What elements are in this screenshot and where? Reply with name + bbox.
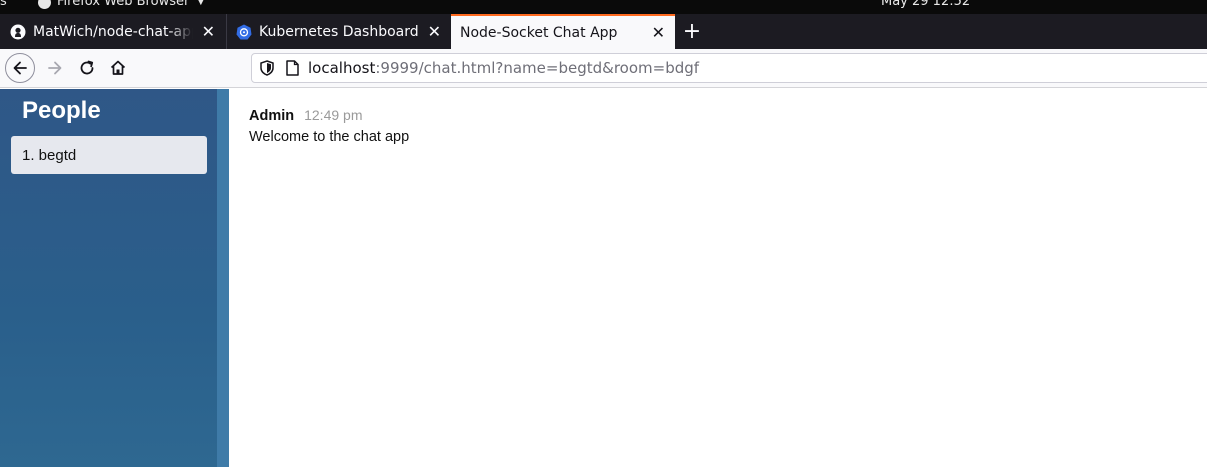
people-heading: People <box>22 97 101 124</box>
arrow-left-icon <box>13 61 27 75</box>
tab-title: MatWich/node-chat-app <box>33 23 193 40</box>
message-header: Admin 12:49 pm <box>249 107 409 124</box>
home-icon <box>110 60 126 75</box>
app-name: Firefox Web Browser <box>57 0 190 9</box>
tab-title: Node-Socket Chat App <box>460 24 618 41</box>
tab-title: Kubernetes Dashboard <box>259 23 419 40</box>
kubernetes-icon <box>236 24 252 40</box>
tab-strip: MatWich/node-chat-app ✕ Kubernetes Dashb… <box>0 14 1207 49</box>
close-tab-icon[interactable]: ✕ <box>652 23 665 42</box>
new-tab-button[interactable]: + <box>676 14 708 49</box>
person-item: 1. begtd <box>11 136 207 174</box>
navigation-toolbar: localhost:9999/chat.html?name=begtd&room… <box>0 49 1207 88</box>
page-info-icon[interactable] <box>286 60 300 76</box>
url-host: localhost <box>308 59 376 77</box>
people-sidebar: People 1. begtd <box>0 89 217 467</box>
url-path: :9999/chat.html?name=begtd&room=bdgf <box>375 59 700 77</box>
people-list: 1. begtd <box>11 136 207 174</box>
reload-button[interactable] <box>72 53 102 83</box>
reload-icon <box>80 60 94 75</box>
sidebar-divider <box>217 89 229 467</box>
chat-messages-area[interactable]: Admin 12:49 pm Welcome to the chat app <box>229 89 1207 467</box>
app-menu[interactable]: Firefox Web Browser ▼ <box>38 0 204 9</box>
close-tab-icon[interactable]: ✕ <box>202 22 215 41</box>
github-icon <box>10 24 26 40</box>
arrow-right-icon <box>48 61 62 75</box>
address-bar[interactable]: localhost:9999/chat.html?name=begtd&room… <box>251 53 1207 83</box>
tab-chat-app[interactable]: Node-Socket Chat App ✕ <box>451 14 675 49</box>
message-author: Admin <box>249 108 295 124</box>
clock[interactable]: May 29 12:52 <box>881 0 970 9</box>
caret-down-icon: ▼ <box>197 0 205 7</box>
home-button[interactable] <box>103 53 133 83</box>
tracking-protection-icon[interactable] <box>260 60 276 76</box>
activities-button[interactable]: s <box>0 0 7 9</box>
firefox-icon <box>38 0 51 9</box>
message-text: Welcome to the chat app <box>249 129 410 145</box>
back-button[interactable] <box>5 53 35 83</box>
forward-button[interactable] <box>40 53 70 83</box>
tab-github[interactable]: MatWich/node-chat-app ✕ <box>0 14 225 49</box>
tab-kubernetes[interactable]: Kubernetes Dashboard ✕ <box>226 14 451 49</box>
close-tab-icon[interactable]: ✕ <box>428 22 441 41</box>
message: Admin 12:49 pm Welcome to the chat app <box>249 107 409 145</box>
plus-icon: + <box>682 19 702 44</box>
message-time: 12:49 pm <box>304 107 363 123</box>
os-top-bar: s Firefox Web Browser ▼ May 29 12:52 <box>0 0 1207 14</box>
